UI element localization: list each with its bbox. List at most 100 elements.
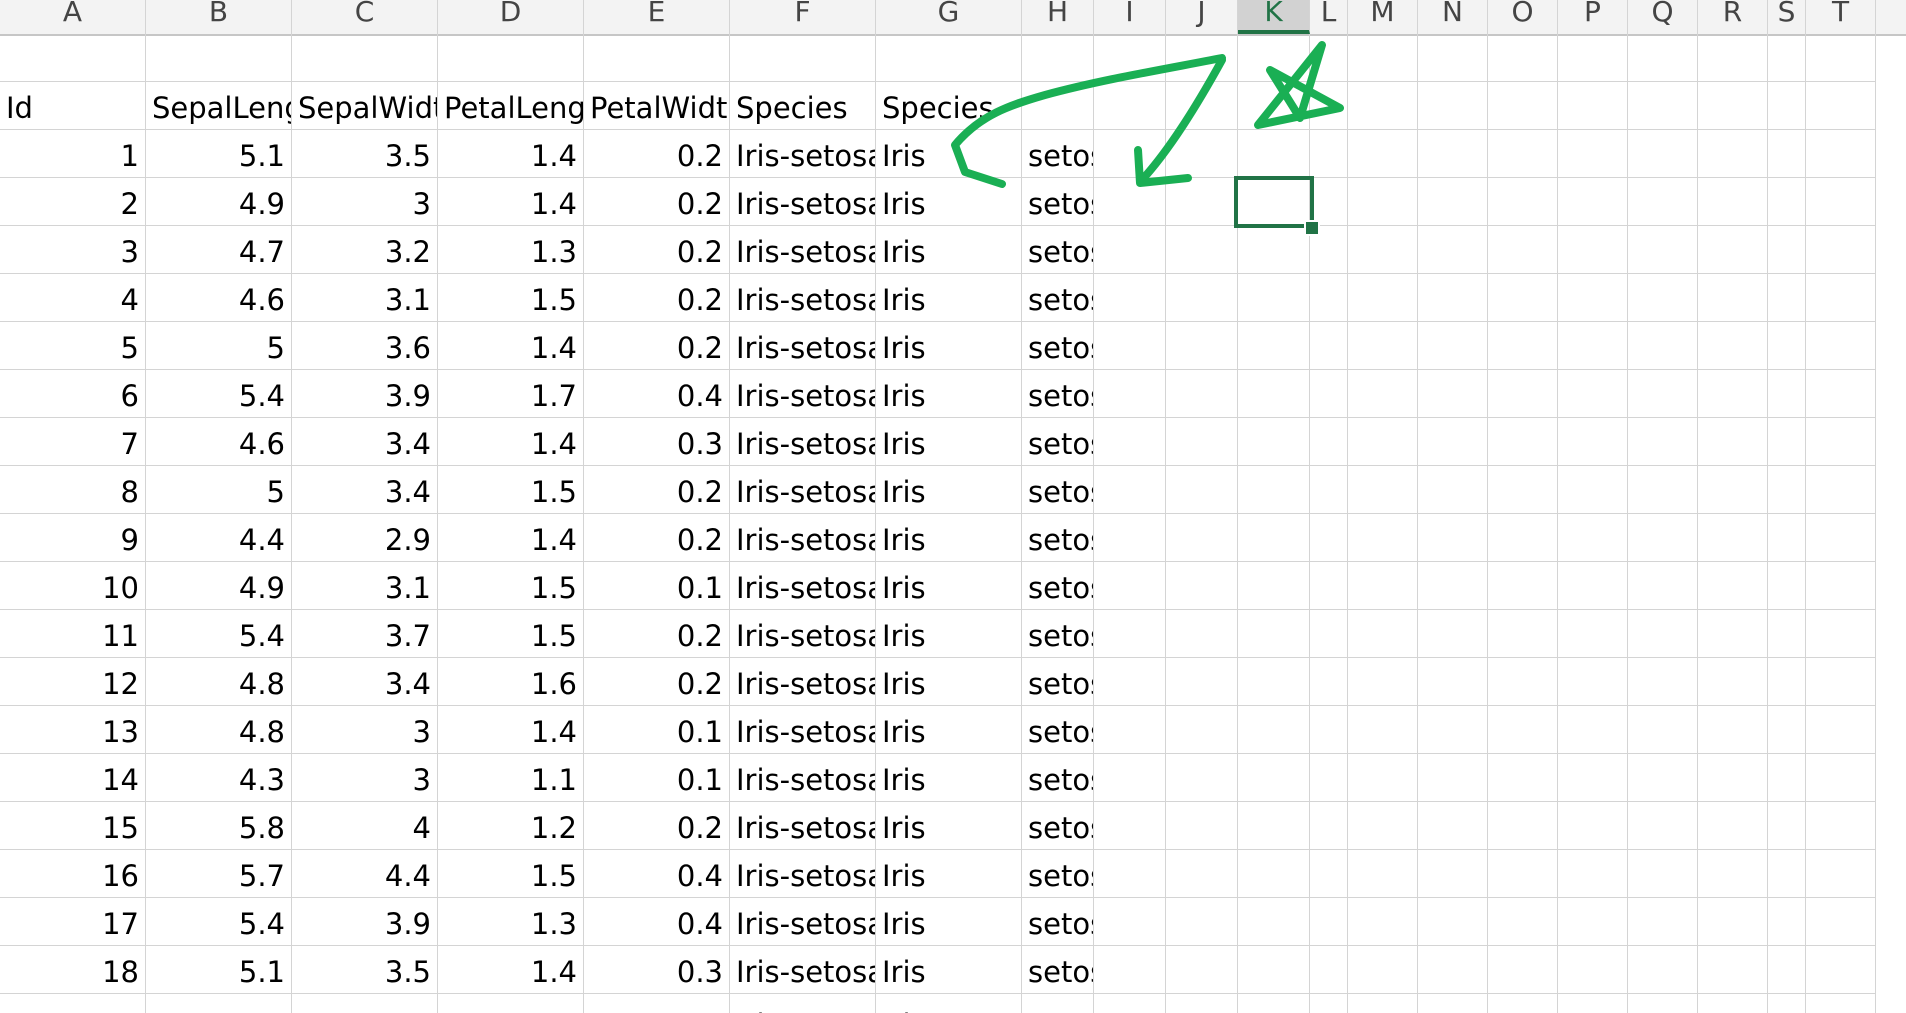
column-header-t[interactable]: T xyxy=(1806,0,1876,34)
cell-s[interactable] xyxy=(1768,754,1806,802)
cell-h[interactable]: setosa xyxy=(1022,514,1094,562)
cell-j[interactable] xyxy=(1166,514,1238,562)
cell-q[interactable] xyxy=(1628,994,1698,1013)
cell-k[interactable] xyxy=(1238,82,1310,130)
cell-d[interactable]: 1.4 xyxy=(438,514,584,562)
cell-q[interactable] xyxy=(1628,946,1698,994)
cell-n[interactable] xyxy=(1418,178,1488,226)
cell-i[interactable] xyxy=(1094,898,1166,946)
cell-r[interactable] xyxy=(1698,994,1768,1013)
cell-c[interactable]: 3.7 xyxy=(292,610,438,658)
cell-p[interactable] xyxy=(1558,658,1628,706)
cell-j[interactable] xyxy=(1166,802,1238,850)
cell-b[interactable]: 4.6 xyxy=(146,274,292,322)
cell-f[interactable] xyxy=(730,34,876,82)
cell-s[interactable] xyxy=(1768,562,1806,610)
cell-g[interactable]: Iris xyxy=(876,418,1022,466)
cell-p[interactable] xyxy=(1558,466,1628,514)
cell-q[interactable] xyxy=(1628,514,1698,562)
cell-h[interactable]: setosa xyxy=(1022,994,1094,1013)
cell-r[interactable] xyxy=(1698,706,1768,754)
cell-q[interactable] xyxy=(1628,754,1698,802)
cell-a[interactable]: 7 xyxy=(0,418,146,466)
cell-g[interactable]: Iris xyxy=(876,514,1022,562)
column-header-q[interactable]: Q xyxy=(1628,0,1698,34)
cell-d[interactable]: PetalLeng xyxy=(438,82,584,130)
cell-a[interactable]: 18 xyxy=(0,946,146,994)
cell-d[interactable] xyxy=(438,34,584,82)
cell-s[interactable] xyxy=(1768,178,1806,226)
column-header-n[interactable]: N xyxy=(1418,0,1488,34)
cell-d[interactable]: 1.6 xyxy=(438,658,584,706)
cell-t[interactable] xyxy=(1806,178,1876,226)
cell-t[interactable] xyxy=(1806,898,1876,946)
cell-k[interactable] xyxy=(1238,130,1310,178)
cell-t[interactable] xyxy=(1806,754,1876,802)
cell-o[interactable] xyxy=(1488,466,1558,514)
cell-s[interactable] xyxy=(1768,706,1806,754)
cell-b[interactable]: 5.1 xyxy=(146,946,292,994)
cell-a[interactable]: 16 xyxy=(0,850,146,898)
cell-l[interactable] xyxy=(1310,754,1348,802)
cell-e[interactable]: 0.2 xyxy=(584,466,730,514)
cell-h[interactable] xyxy=(1022,34,1094,82)
cell-l[interactable] xyxy=(1310,466,1348,514)
cell-q[interactable] xyxy=(1628,322,1698,370)
cell-q[interactable] xyxy=(1628,898,1698,946)
cell-s[interactable] xyxy=(1768,82,1806,130)
cell-e[interactable]: 0.2 xyxy=(584,226,730,274)
cell-i[interactable] xyxy=(1094,994,1166,1013)
cell-d[interactable]: 1.2 xyxy=(438,802,584,850)
cell-g[interactable]: Species xyxy=(876,82,1022,130)
cell-l[interactable] xyxy=(1310,370,1348,418)
cell-c[interactable]: 3.5 xyxy=(292,130,438,178)
cell-f[interactable]: Iris-setosa xyxy=(730,658,876,706)
cell-c[interactable]: 3.4 xyxy=(292,466,438,514)
cell-a[interactable]: 19 xyxy=(0,994,146,1013)
cell-b[interactable]: 4.3 xyxy=(146,754,292,802)
cell-c[interactable]: 3.2 xyxy=(292,226,438,274)
cell-j[interactable] xyxy=(1166,370,1238,418)
cell-d[interactable]: 1.4 xyxy=(438,418,584,466)
cell-i[interactable] xyxy=(1094,34,1166,82)
cell-n[interactable] xyxy=(1418,82,1488,130)
cell-m[interactable] xyxy=(1348,82,1418,130)
cell-f[interactable]: Iris-setosa xyxy=(730,226,876,274)
cell-s[interactable] xyxy=(1768,610,1806,658)
cell-l[interactable] xyxy=(1310,898,1348,946)
cell-s[interactable] xyxy=(1768,274,1806,322)
cell-i[interactable] xyxy=(1094,274,1166,322)
cell-l[interactable] xyxy=(1310,322,1348,370)
cell-m[interactable] xyxy=(1348,34,1418,82)
cell-g[interactable]: Iris xyxy=(876,370,1022,418)
cell-k[interactable] xyxy=(1238,850,1310,898)
cell-s[interactable] xyxy=(1768,802,1806,850)
cell-s[interactable] xyxy=(1768,514,1806,562)
cell-t[interactable] xyxy=(1806,850,1876,898)
cell-e[interactable]: 0.2 xyxy=(584,130,730,178)
column-header-s[interactable]: S xyxy=(1768,0,1806,34)
cell-m[interactable] xyxy=(1348,178,1418,226)
cell-o[interactable] xyxy=(1488,82,1558,130)
cell-h[interactable]: setosa xyxy=(1022,946,1094,994)
cell-i[interactable] xyxy=(1094,802,1166,850)
column-header-a[interactable]: A xyxy=(0,0,146,34)
column-header-j[interactable]: J xyxy=(1166,0,1238,34)
cell-l[interactable] xyxy=(1310,658,1348,706)
cell-o[interactable] xyxy=(1488,418,1558,466)
cell-d[interactable]: 1.3 xyxy=(438,898,584,946)
cell-n[interactable] xyxy=(1418,802,1488,850)
cell-b[interactable]: 5.7 xyxy=(146,850,292,898)
cell-f[interactable]: Iris-setosa xyxy=(730,130,876,178)
cell-g[interactable]: Iris xyxy=(876,562,1022,610)
cell-j[interactable] xyxy=(1166,466,1238,514)
cell-g[interactable]: Iris xyxy=(876,946,1022,994)
cell-c[interactable]: 3.4 xyxy=(292,658,438,706)
cell-m[interactable] xyxy=(1348,322,1418,370)
cell-d[interactable]: 1.5 xyxy=(438,610,584,658)
cell-f[interactable]: Iris-setosa xyxy=(730,322,876,370)
cell-q[interactable] xyxy=(1628,802,1698,850)
cell-g[interactable]: Iris xyxy=(876,754,1022,802)
cell-d[interactable]: 1.1 xyxy=(438,754,584,802)
cell-e[interactable]: 0.1 xyxy=(584,562,730,610)
